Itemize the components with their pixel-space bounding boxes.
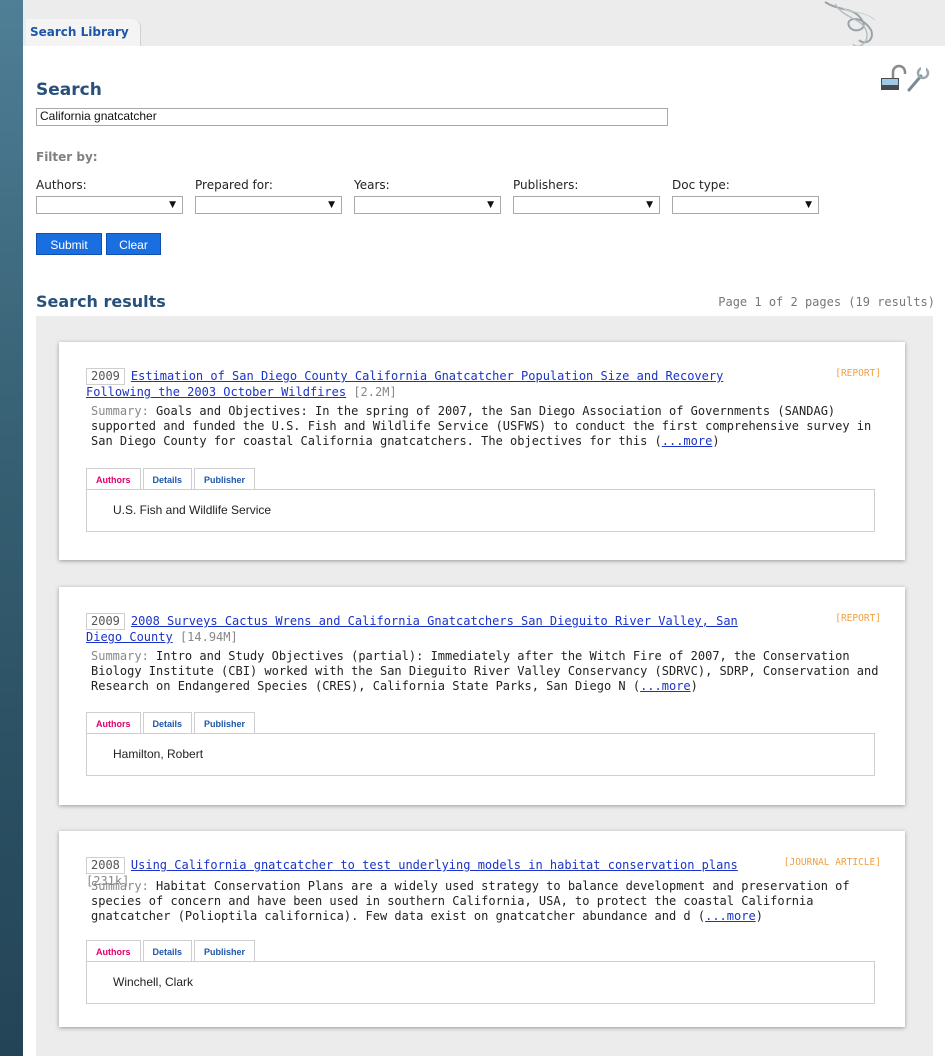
result-tab-panel: U.S. Fish and Wildlife Service [86, 489, 875, 532]
result-doc-type: [REPORT] [835, 368, 881, 379]
more-link[interactable]: ...more [640, 679, 691, 693]
result-card: 2009 Estimation of San Diego County Calif… [59, 342, 905, 560]
author-name: U.S. Fish and Wildlife Service [113, 503, 272, 517]
tab-authors[interactable]: Authors [86, 712, 141, 733]
doc-type-select[interactable]: ▼ [672, 196, 819, 214]
chevron-down-icon: ▼ [169, 200, 176, 210]
chevron-down-icon: ▼ [328, 200, 335, 210]
result-doc-type: [REPORT] [835, 613, 881, 624]
tab-authors[interactable]: Authors [86, 940, 141, 961]
publishers-select[interactable]: ▼ [513, 196, 660, 214]
prepared-for-select[interactable]: ▼ [195, 196, 342, 214]
result-tabs: Authors Details Publisher [86, 712, 257, 733]
tab-publisher[interactable]: Publisher [194, 712, 256, 733]
filter-by-label: Filter by: [36, 150, 98, 164]
chevron-down-icon: ▼ [805, 200, 812, 210]
more-link[interactable]: ...more [662, 434, 713, 448]
result-summary: Summary: Intro and Study Objectives (par… [91, 649, 879, 693]
summary-label: Summary: [91, 879, 149, 893]
result-tabs: Authors Details Publisher [86, 468, 257, 489]
filter-doc-type-label: Doc type: [672, 178, 730, 192]
summary-text: Goals and Objectives: In the spring of 2… [91, 404, 872, 448]
result-headline: 2009 2008 Surveys Cactus Wrens and Califo… [86, 613, 776, 645]
filter-years: Years: ▼ [354, 178, 501, 214]
authors-select[interactable]: ▼ [36, 196, 183, 214]
result-year: 2008 [86, 857, 125, 874]
result-summary: Summary: Habitat Conservation Plans are … [91, 879, 850, 923]
filter-prepared-for-label: Prepared for: [195, 178, 273, 192]
more-link[interactable]: ...more [705, 909, 756, 923]
search-input[interactable]: California gnatcatcher [36, 108, 668, 126]
result-title-link[interactable]: Using California gnatcatcher to test und… [131, 858, 738, 872]
filter-publishers: Publishers: ▼ [513, 178, 660, 214]
main-panel: Search California gnatcatcher Filter by:… [23, 46, 945, 1056]
filter-authors-label: Authors: [36, 178, 87, 192]
clear-button[interactable]: Clear [106, 233, 161, 255]
summary-label: Summary: [91, 404, 149, 418]
result-title-link[interactable]: Estimation of San Diego County Californi… [86, 369, 723, 399]
filter-publishers-label: Publishers: [513, 178, 579, 192]
wrench-icon[interactable] [907, 66, 930, 92]
chevron-down-icon: ▼ [646, 200, 653, 210]
author-name: Hamilton, Robert [113, 747, 204, 761]
filter-prepared-for: Prepared for: ▼ [195, 178, 342, 214]
filter-authors: Authors: ▼ [36, 178, 183, 214]
results-list: 2009 Estimation of San Diego County Calif… [36, 316, 933, 1056]
result-file-size: [14.94M] [179, 630, 238, 644]
result-summary: Summary: Goals and Objectives: In the sp… [91, 404, 872, 448]
tab-publisher[interactable]: Publisher [194, 468, 256, 489]
tab-details[interactable]: Details [142, 940, 193, 961]
search-title: Search [36, 80, 102, 100]
results-title: Search results [36, 292, 166, 311]
result-tabs: Authors Details Publisher [86, 940, 257, 961]
unlock-icon[interactable] [881, 64, 907, 90]
toolbar-icons [881, 64, 930, 92]
result-year: 2009 [86, 613, 125, 630]
result-card: 2009 2008 Surveys Cactus Wrens and Califo… [59, 587, 905, 805]
tangle-decoration [824, 1, 876, 48]
years-select[interactable]: ▼ [354, 196, 501, 214]
summary-text: Intro and Study Objectives (partial): Im… [91, 649, 879, 693]
tab-search-library[interactable]: Search Library [26, 19, 141, 46]
page-info: Page 1 of 2 pages (19 results) [718, 295, 935, 309]
tab-details[interactable]: Details [142, 712, 193, 733]
author-name: Winchell, Clark [113, 975, 194, 989]
tab-bar: Search Library [23, 0, 945, 48]
tab-details[interactable]: Details [142, 468, 193, 489]
filter-doc-type: Doc type: ▼ [672, 178, 819, 214]
result-tab-panel: Winchell, Clark [86, 961, 875, 1004]
submit-button[interactable]: Submit [36, 233, 102, 255]
result-tab-panel: Hamilton, Robert [86, 733, 875, 776]
search-content: Search California gnatcatcher Filter by:… [26, 52, 945, 1056]
summary-label: Summary: [91, 649, 149, 663]
tab-publisher[interactable]: Publisher [194, 940, 256, 961]
chevron-down-icon: ▼ [487, 200, 494, 210]
result-card: 2008 Using California gnatcatcher to test… [59, 831, 905, 1027]
tab-authors[interactable]: Authors [86, 468, 141, 489]
result-doc-type: [JOURNAL ARTICLE] [783, 857, 881, 868]
filter-years-label: Years: [354, 178, 390, 192]
result-headline: 2009 Estimation of San Diego County Calif… [86, 368, 776, 400]
result-file-size: [2.2M] [353, 385, 397, 399]
result-year: 2009 [86, 368, 125, 385]
